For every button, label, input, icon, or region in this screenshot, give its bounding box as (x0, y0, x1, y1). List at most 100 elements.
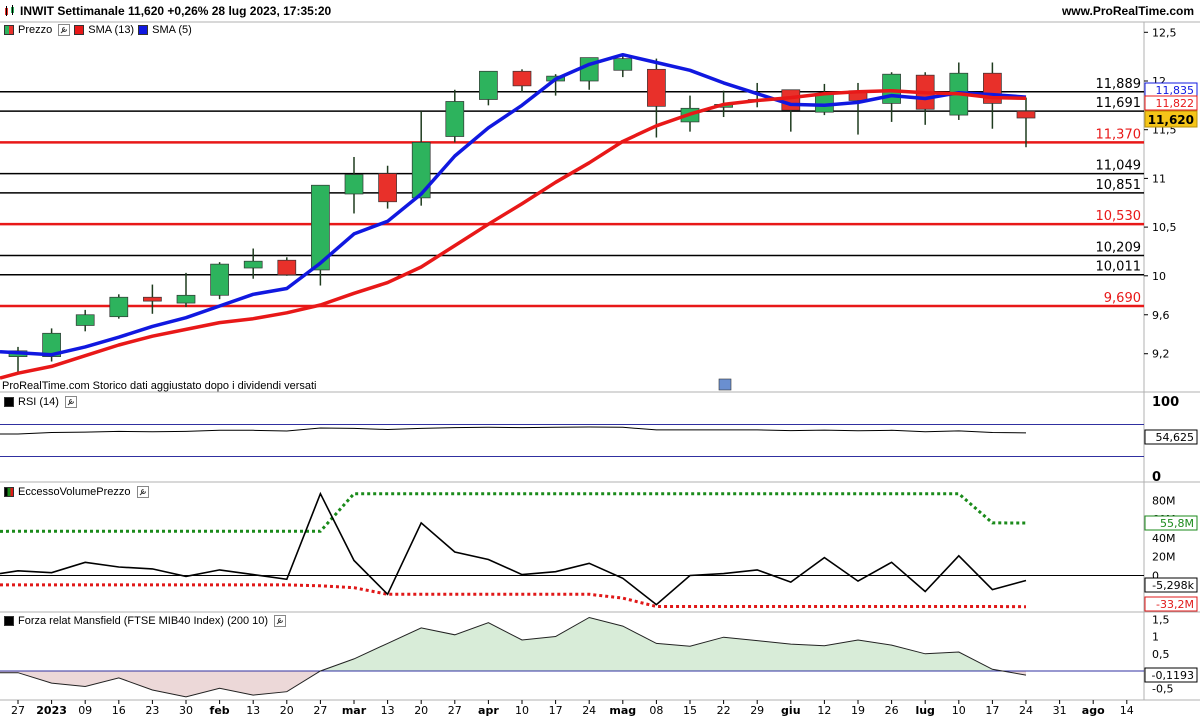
volume-axis-label: 40M (1152, 532, 1176, 545)
level-label: 10,851 (1096, 178, 1142, 193)
price-axis-label: 9,6 (1152, 309, 1170, 322)
candle-body (613, 58, 633, 71)
volume-legend: EccessoVolumePrezzo (4, 486, 149, 498)
mansfield-axis-label: -0,5 (1152, 682, 1173, 695)
volume-line-tag: -5,298k (1152, 579, 1194, 592)
candle-body (781, 89, 801, 111)
rsi-swatch (4, 397, 14, 407)
price-swatch (4, 25, 14, 35)
sma5-label[interactable]: SMA (5) (152, 24, 192, 36)
sma13-line (0, 88, 1027, 380)
x-axis-label: 12 (817, 704, 831, 717)
sma13-swatch (74, 25, 85, 35)
x-axis-label: 09 (78, 704, 92, 717)
volume-axis-label: 80M (1152, 494, 1176, 507)
x-axis-label: 29 (750, 704, 764, 717)
wrench-icon[interactable] (64, 396, 77, 408)
candle-body (378, 173, 397, 203)
x-axis-label: 13 (246, 704, 260, 717)
x-axis-label: 13 (381, 704, 395, 717)
sma13-label[interactable]: SMA (13) (88, 24, 134, 36)
level-label: 11,691 (1096, 96, 1142, 111)
price-label[interactable]: Prezzo (18, 24, 52, 36)
candlestick-icon (5, 5, 14, 16)
x-axis-label: feb (210, 704, 230, 717)
calendar-icon (718, 378, 732, 391)
candle-body (445, 101, 465, 137)
wrench-icon[interactable] (274, 615, 287, 627)
site-link[interactable]: www.ProRealTime.com (1062, 4, 1194, 18)
x-axis-label: 15 (683, 704, 697, 717)
wrench-icon[interactable] (136, 486, 149, 498)
mansfield-legend: Forza relat Mansfield (FTSE MIB40 Index)… (4, 615, 287, 627)
x-axis-label: 23 (145, 704, 159, 717)
level-label: 11,889 (1096, 77, 1142, 92)
mansfield-axis-label: 1 (1152, 631, 1159, 644)
x-axis-label: 17 (549, 704, 563, 717)
candle-body (176, 294, 196, 304)
x-axis-label: 2023 (36, 704, 67, 717)
rsi-axis-label: 100 (1152, 395, 1179, 410)
x-axis-label: 27 (11, 704, 25, 717)
x-axis-label: 20 (414, 704, 428, 717)
wrench-icon[interactable] (58, 24, 71, 36)
last-price-tag: 11,620 (1148, 113, 1194, 127)
x-axis-label: 30 (179, 704, 193, 717)
x-axis-label: mar (342, 704, 367, 717)
candle-body (109, 296, 129, 318)
price-axis-label: 12,5 (1152, 26, 1177, 39)
volume-upper-band (0, 492, 1027, 533)
x-axis-label: 20 (280, 704, 294, 717)
volume-lower-band (0, 583, 1027, 609)
level-label: 10,011 (1096, 260, 1142, 275)
x-axis-label: 17 (985, 704, 999, 717)
candle-body (344, 174, 364, 195)
candle-body (512, 70, 532, 87)
x-axis-label: 31 (1053, 704, 1067, 717)
x-axis-label: 08 (649, 704, 663, 717)
x-axis-label: 14 (1120, 704, 1134, 717)
candle-body (411, 142, 431, 199)
candle-body (277, 259, 297, 276)
chart-canvas[interactable]: 12,5 12 1 1,5 11 10,5 10 9,6 9,2 11,889 11,691 11,3… (0, 0, 1200, 720)
sma5-swatch (138, 25, 149, 35)
x-axis-label: 27 (313, 704, 327, 717)
x-axis-label: lug (915, 704, 934, 717)
candle-body (243, 260, 263, 269)
rsi-legend: RSI (14) (4, 396, 77, 408)
x-axis-label: ago (1082, 704, 1105, 717)
x-axis-label: 10 (952, 704, 966, 717)
mansfield-axis-label: 1,5 (1152, 613, 1170, 626)
x-axis-label: 26 (885, 704, 899, 717)
volume-excess-line (0, 491, 1027, 606)
candle-body (479, 70, 498, 100)
candle-body (1016, 110, 1036, 119)
volume-axis-label: 20M (1152, 551, 1176, 564)
x-axis-label: 24 (582, 704, 596, 717)
candle-body (647, 68, 666, 107)
candle-body (815, 93, 834, 113)
level-label: 11,049 (1096, 159, 1142, 174)
mansfield-label[interactable]: Forza relat Mansfield (FTSE MIB40 Index)… (18, 615, 268, 627)
rsi-label[interactable]: RSI (14) (18, 396, 59, 408)
candle-body (143, 296, 162, 302)
volume-label[interactable]: EccessoVolumePrezzo (18, 486, 131, 498)
volume-upper-tag: 55,8M (1160, 517, 1194, 530)
rsi-line (0, 426, 1027, 435)
x-axis-label: 19 (851, 704, 865, 717)
chart-title: INWIT Settimanale 11,620 +0,26% 28 lug 2… (20, 4, 332, 18)
x-axis-label: mag (609, 704, 636, 717)
level-label: 9,690 (1104, 291, 1141, 306)
rsi-tag: 54,625 (1156, 431, 1195, 444)
mansfield-swatch (4, 616, 14, 626)
x-axis-label: 16 (112, 704, 126, 717)
rsi-axis-label: 0 (1152, 470, 1161, 485)
sma5-tag: 11,835 (1156, 84, 1195, 97)
data-note: ProRealTime.com Storico dati aggiustato … (2, 380, 317, 392)
x-axis-label: 22 (717, 704, 731, 717)
sma13-tag: 11,822 (1156, 97, 1195, 110)
x-axis-label: 24 (1019, 704, 1033, 717)
sma5-line (0, 52, 1027, 357)
volume-swatch (4, 487, 14, 497)
price-axis-label: 11 (1152, 172, 1166, 185)
